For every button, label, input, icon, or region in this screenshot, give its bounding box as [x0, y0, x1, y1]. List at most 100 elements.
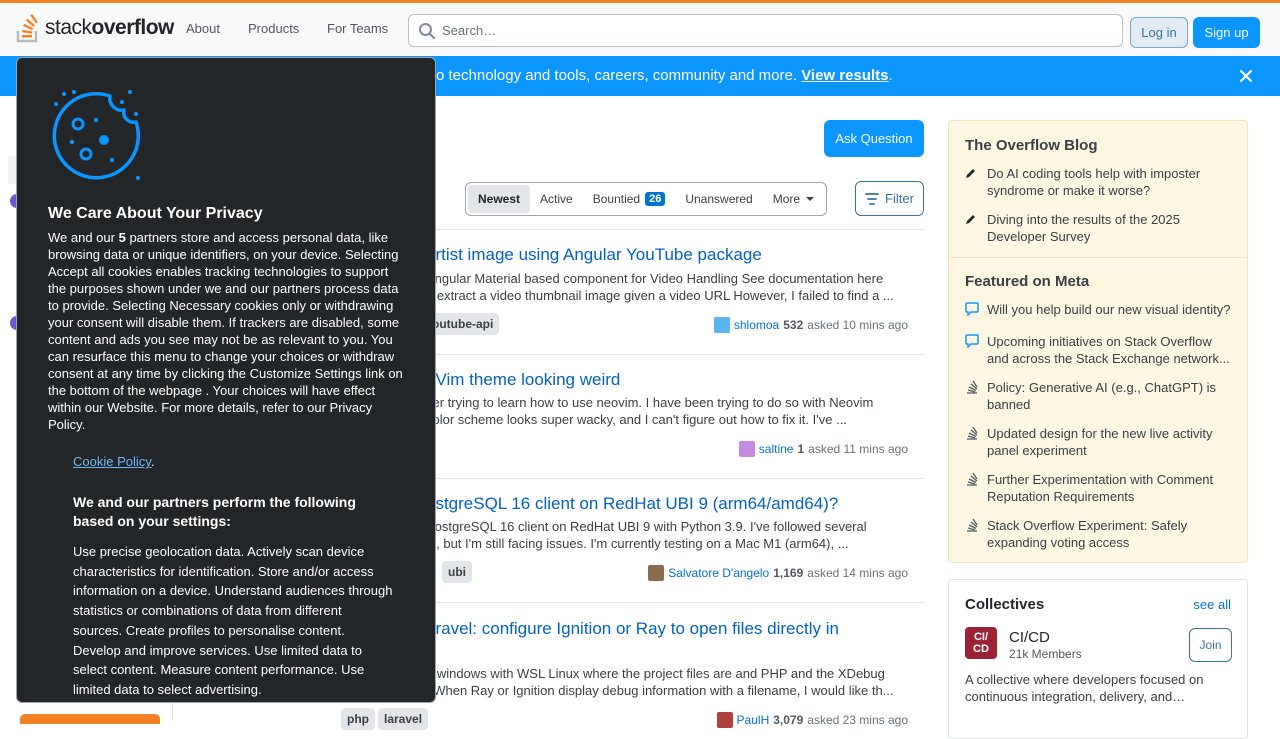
pencil-icon	[965, 211, 987, 245]
purposes-text: Use precise geolocation data. Actively s…	[73, 544, 393, 697]
see-all-link[interactable]: see all	[1193, 597, 1231, 612]
tab-bountied[interactable]: Bountied 26	[583, 185, 676, 213]
search-box[interactable]	[408, 14, 1123, 47]
excerpt-line: n windows with WSL Linux where the proje…	[426, 666, 885, 681]
logo-text-light: stack	[45, 16, 92, 39]
stack-exchange-icon	[965, 425, 987, 459]
collectives-widget: Collectives see all CI/ CD CI/CD 21k Mem…	[948, 579, 1248, 739]
stack-exchange-icon	[965, 471, 987, 505]
nav-products[interactable]: Products	[248, 21, 299, 36]
stack-overflow-logo-icon	[16, 13, 38, 43]
collectives-heading: Collectives	[965, 596, 1045, 613]
meta-item[interactable]: Policy: Generative AI (e.g., ChatGPT) is…	[965, 379, 1235, 413]
comment-icon	[965, 301, 987, 320]
close-icon[interactable]	[1238, 68, 1254, 84]
question-meta: PaulH 3,079 asked 23 mins ago	[716, 712, 908, 728]
question-meta: saltine 1 asked 11 mins ago	[738, 441, 908, 457]
meta-item-text: Policy: Generative AI (e.g., ChatGPT) is…	[987, 380, 1217, 412]
blog-item[interactable]: Do AI coding tools help with imposter sy…	[965, 165, 1235, 199]
chevron-down-icon	[806, 197, 815, 201]
cookie-policy-link[interactable]: Cookie Policy	[73, 454, 152, 469]
asked-time: asked 10 mins ago	[807, 318, 908, 332]
meta-item-text: Will you help build our new visual ident…	[987, 302, 1231, 317]
join-button[interactable]: Join	[1189, 628, 1232, 662]
user-name[interactable]: shlomoa	[734, 318, 779, 332]
meta-item[interactable]: Updated design for the new live activity…	[965, 425, 1235, 459]
tab-unanswered[interactable]: Unanswered	[675, 185, 762, 213]
logo-text-bold: overflow	[91, 16, 175, 39]
privacy-text: We and our 5 partners store and access p…	[48, 229, 406, 433]
blog-item[interactable]: Diving into the results of the 2025 Deve…	[965, 211, 1235, 245]
tab-more[interactable]: More	[763, 185, 824, 213]
filter-button[interactable]: Filter	[855, 181, 924, 216]
avatar[interactable]	[716, 712, 733, 728]
signup-button[interactable]: Sign up	[1193, 17, 1260, 48]
overflow-blog-widget: The Overflow Blog Do AI coding tools hel…	[948, 120, 1248, 563]
tag[interactable]: ubi	[442, 561, 472, 583]
cookie-icon	[52, 90, 140, 180]
excerpt-line: ser trying to learn how to use neovim. I…	[426, 395, 874, 410]
stack-overflow-logo[interactable]: stackoverflow	[16, 12, 174, 44]
question-excerpt: ser trying to learn how to use neovim. I…	[426, 394, 916, 428]
partners-count: 5	[118, 230, 126, 245]
meta-item-text: Stack Overflow Experiment: Safely expand…	[987, 518, 1188, 550]
user-name[interactable]: saltine	[759, 442, 794, 456]
avatar[interactable]	[713, 317, 730, 333]
blog-item-text: Do AI coding tools help with imposter sy…	[987, 166, 1201, 198]
tab-label: Newest	[478, 192, 521, 206]
user-reputation: 1	[797, 442, 805, 456]
tab-active[interactable]: Active	[530, 185, 583, 213]
ask-question-button[interactable]: Ask Question	[824, 120, 924, 157]
collective-name[interactable]: CI/CD	[1009, 629, 1050, 646]
user-reputation: 1,169	[773, 566, 804, 580]
question-meta: Salvatore D'angelo 1,169 asked 14 mins a…	[648, 565, 908, 581]
meta-item-text: Further Experimentation with Comment Rep…	[987, 472, 1214, 504]
user-name[interactable]: PaulH	[737, 713, 770, 727]
tab-label: More	[772, 192, 801, 206]
excerpt-line: Angular Material based component for Vid…	[426, 271, 884, 286]
question-sort-tabs: Newest Active Bountied 26 Unanswered More	[465, 182, 828, 216]
user-name[interactable]: Salvatore D'angelo	[668, 566, 769, 580]
divider	[949, 257, 1247, 258]
cicd-logo[interactable]: CI/ CD	[965, 627, 997, 659]
banner-link[interactable]: View results	[801, 67, 888, 84]
blog-item-text: Diving into the results of the 2025 Deve…	[987, 212, 1180, 244]
nav-about[interactable]: About	[186, 21, 220, 36]
login-button[interactable]: Log in	[1130, 17, 1188, 48]
stack-exchange-icon	[965, 517, 987, 551]
question-meta: shlomoa 532 asked 10 mins ago	[713, 317, 908, 333]
nav-for-teams[interactable]: For Teams	[327, 21, 388, 36]
logo-line: CI/	[973, 631, 989, 643]
accept-cookies-button[interactable]	[20, 714, 160, 724]
top-bar: stackoverflow About Products For Teams L…	[0, 0, 1280, 56]
tab-label: Bountied	[592, 192, 641, 206]
question-title[interactable]: oVim theme looking weird	[426, 370, 620, 390]
filter-label: Filter	[885, 191, 914, 206]
meta-item[interactable]: Will you help build our new visual ident…	[965, 301, 1235, 320]
comment-icon	[965, 333, 987, 367]
avatar[interactable]	[648, 565, 665, 581]
privacy-consent-dialog: We Care About Your Privacy We and our 5 …	[16, 57, 436, 703]
tab-newest[interactable]: Newest	[468, 185, 531, 213]
privacy-text-rest: partners store and access personal data,…	[48, 230, 403, 432]
meta-item[interactable]: Further Experimentation with Comment Rep…	[965, 471, 1235, 505]
asked-time: asked 23 mins ago	[807, 713, 908, 727]
stack-exchange-icon	[965, 379, 987, 413]
meta-item[interactable]: Stack Overflow Experiment: Safely expand…	[965, 517, 1235, 551]
question-title[interactable]: aravel: configure Ignition or Ray to ope…	[426, 619, 839, 639]
question-title[interactable]: ostgreSQL 16 client on RedHat UBI 9 (arm…	[426, 494, 838, 514]
meta-item[interactable]: Upcoming initiatives on Stack Overflow a…	[965, 333, 1235, 367]
tag[interactable]: outube-api	[426, 313, 500, 335]
avatar[interactable]	[738, 441, 755, 457]
user-reputation: 532	[783, 318, 804, 332]
tag[interactable]: laravel	[378, 708, 429, 730]
tag[interactable]: php	[341, 708, 375, 730]
purposes-heading: We and our partners perform the followin…	[73, 494, 356, 529]
blog-heading: The Overflow Blog	[965, 137, 1098, 154]
question-title[interactable]: artist image using Angular YouTube packa…	[426, 245, 762, 265]
question-excerpt: Angular Material based component for Vid…	[426, 270, 916, 304]
banner-message: o technology and tools, careers, communi…	[436, 67, 802, 84]
user-reputation: 3,079	[773, 713, 804, 727]
search-input[interactable]	[442, 15, 1102, 46]
excerpt-line: ts, but I'm still facing issues. I'm cur…	[426, 536, 849, 551]
